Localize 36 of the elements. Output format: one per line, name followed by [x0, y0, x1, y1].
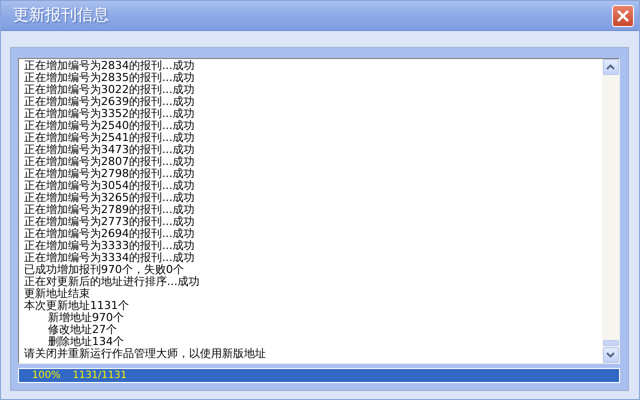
progress-percent: 100% [32, 370, 61, 382]
log-line: 正在增加编号为3022的报刊...成功 [24, 84, 196, 96]
log-line: 正在增加编号为2798的报刊...成功 [24, 168, 196, 180]
log-line: 已成功增加报刊970个，失败0个 [24, 264, 185, 276]
log-line: 正在增加编号为2639的报刊...成功 [24, 96, 196, 108]
caret-up-icon [606, 64, 615, 70]
log-line: 正在增加编号为3334的报刊...成功 [24, 252, 196, 264]
log-line: 正在增加编号为2541的报刊...成功 [24, 132, 196, 144]
log-line: 请关闭并重新运行作品管理大师，以使用新版地址 [24, 348, 267, 360]
log-line: 修改地址27个 [47, 324, 118, 336]
scroll-up-button[interactable] [602, 59, 618, 75]
log-line: 正在对更新后的地址进行排序...成功 [24, 276, 200, 288]
log-line: 正在增加编号为3333的报刊...成功 [24, 240, 196, 252]
window-title: 更新报刊信息 [13, 5, 109, 26]
log-line: 正在增加编号为3352的报刊...成功 [24, 108, 196, 120]
scroll-down-button[interactable] [602, 347, 618, 363]
progress-count: 1131/1131 [72, 370, 127, 382]
scroll-thumb[interactable] [602, 340, 618, 346]
log-line: 正在增加编号为2540的报刊...成功 [24, 120, 196, 132]
log-line: 正在增加编号为2807的报刊...成功 [24, 156, 196, 168]
log-line: 正在增加编号为2773的报刊...成功 [24, 216, 196, 228]
log-line: 删除地址134个 [47, 336, 125, 348]
log-line: 正在增加编号为2834的报刊...成功 [24, 60, 196, 72]
close-icon [616, 8, 630, 22]
close-button[interactable] [612, 4, 634, 26]
scrollbar[interactable] [602, 59, 619, 363]
log-line: 本次更新地址1131个 [24, 300, 130, 312]
caret-down-icon [606, 352, 615, 358]
log-line: 正在增加编号为3473的报刊...成功 [24, 144, 196, 156]
log-line: 正在增加编号为3265的报刊...成功 [24, 192, 196, 204]
log-line: 正在增加编号为2789的报刊...成功 [24, 204, 196, 216]
log-line: 正在增加编号为2835的报刊...成功 [24, 72, 196, 84]
log-line: 新增地址970个 [47, 312, 125, 324]
log-line: 正在增加编号为3054的报刊...成功 [24, 180, 196, 192]
log-line: 正在增加编号为2694的报刊...成功 [24, 228, 196, 240]
log-line: 更新地址结束 [24, 288, 91, 300]
